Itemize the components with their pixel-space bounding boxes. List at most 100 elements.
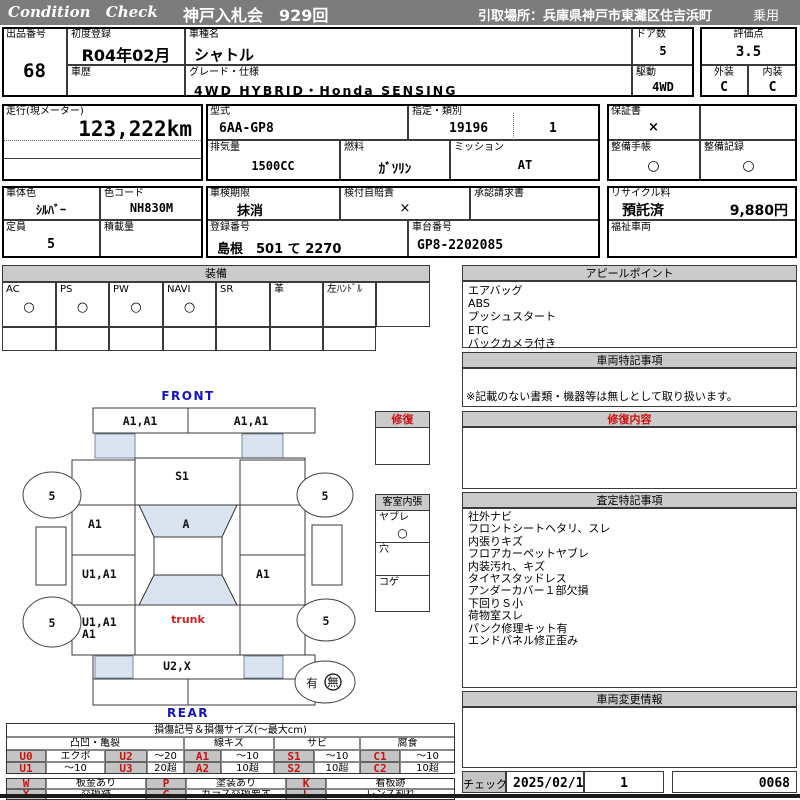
equipment-empty-row-cell [109, 327, 163, 351]
mileage-label: 走行(現メーター) [6, 106, 84, 117]
class-cell: 指定・類別 19196 1 [408, 104, 600, 140]
model-name-cell: 車種名 シャトル [185, 27, 632, 65]
rear-bumper [93, 679, 315, 705]
tire-size-rear-right: 5 [323, 614, 330, 628]
spare-absent-label: 無 [327, 675, 339, 689]
vehicle-notes-body: ※記載のない書類・機器等は無しとして取り扱います。 [462, 368, 797, 407]
lot-number-value: 68 [3, 60, 66, 82]
grade-label: グレード・仕様 [189, 67, 259, 78]
equipment-empty-row-cell [56, 327, 109, 351]
lot-number-cell: 出品番号 68 [2, 27, 67, 97]
check-date-cell: 2025/02/10 [506, 771, 584, 793]
legend-desc: 看板跡 [326, 778, 455, 789]
legend-code: S2 [274, 762, 314, 774]
legend-code: U0 [6, 750, 46, 762]
cabin-lining-tear-mark: ○ [376, 526, 429, 540]
warranty-empty-cell [700, 104, 797, 140]
tire-size-front-left: 5 [49, 489, 56, 503]
warranty-label: 保証書 [611, 106, 641, 117]
cabin-lining-burn-label: コゲ [379, 577, 399, 588]
score-label: 評価点 [701, 29, 796, 40]
transmission-label: ミッション [454, 142, 504, 153]
equipment-label: 左ﾊﾝﾄﾞﾙ [327, 284, 362, 295]
assessment-item: フロアカーペットヤブレ [463, 548, 796, 560]
headlight-left [95, 434, 135, 458]
exterior-grade-value: C [701, 80, 747, 95]
bottom-rule [0, 794, 800, 798]
equipment-header: 装備 [2, 265, 430, 282]
change-info-header: 車両変更情報 [462, 691, 797, 707]
rear-window [139, 575, 237, 605]
assessment-item: 荷物室スレ [463, 610, 796, 622]
right-door-code: A1 [256, 567, 270, 581]
class-divider-dotted [513, 113, 514, 140]
approval-request-cell: 承認請求書 [470, 186, 600, 220]
legend-code: C2 [360, 762, 400, 774]
assessment-item: フロントシートヘタリ、スレ [463, 523, 796, 535]
legend-desc: ～10 [314, 750, 360, 762]
hood-panel [135, 458, 305, 505]
auction-condition-sheet: Condition Check 神戸入札会 929回 引取場所：兵庫県神戸市東灘… [0, 0, 800, 800]
mileage-divider-dotted [4, 140, 201, 141]
recycle-fee-value: 9,880円 [730, 200, 788, 220]
class-sub-number: 1 [549, 121, 557, 136]
maintenance-book-cell: 整備手帳 ○ [607, 140, 700, 181]
legend-code: A2 [184, 762, 221, 774]
taillight-left [95, 656, 133, 678]
history-cell: 車歴 [67, 65, 185, 97]
equipment-empty-row-cell [2, 327, 56, 351]
cabin-lining-hole-label: 穴 [379, 544, 389, 555]
check-date-value: 2025/02/10 [513, 776, 591, 791]
appeal-item: プッシュスタート [463, 310, 796, 323]
capacity-cell: 定員 5 [2, 220, 100, 258]
appeal-points-header: アピールポイント [462, 265, 797, 281]
interior-grade-cell: 内装 C [748, 65, 797, 97]
check-count-cell: 1 [584, 771, 664, 793]
check-count-value: 1 [585, 776, 663, 791]
equipment-empty-row-cell [270, 327, 323, 351]
legend-group-rust: サビ [274, 737, 360, 750]
drive-value: 4WD [633, 80, 693, 94]
warranty-cell: 保証書 × [607, 104, 700, 140]
equipment-cell-ps: PS ○ [56, 282, 109, 327]
legend-desc: 20超 [147, 762, 184, 774]
repair-details-body [462, 427, 797, 489]
first-registration-label: 初度登録 [71, 29, 111, 40]
appeal-points-body: エアバッグ ABS プッシュスタート ETC バックカメラ付き [462, 281, 797, 348]
trunk-label: trunk [171, 613, 205, 626]
drive-label: 駆動 [636, 67, 656, 78]
equipment-mark: ○ [57, 300, 108, 315]
assessment-notes-body: 社外ナビ フロントシートヘタリ、スレ 内張りキズ フロアカーペットヤブレ 内装汚… [462, 508, 797, 688]
taillight-right [244, 656, 283, 678]
interior-grade-label: 内装 [749, 67, 796, 78]
mileage-cell: 走行(現メーター) 123,222km [2, 104, 203, 181]
body-color-value: ｼﾙﾊﾞｰ [3, 201, 99, 218]
legend-code: A1 [184, 750, 221, 762]
legend-desc: 10超 [400, 762, 455, 774]
cabin-lining-hole-cell: 穴 [375, 542, 430, 576]
check-label-cell: チェック [462, 771, 506, 793]
registration-number-label: 登録番号 [210, 222, 250, 233]
load-capacity-label: 積載量 [104, 222, 134, 233]
insurance-label: 検付自賠責 [344, 188, 394, 199]
equipment-cell-pw: PW ○ [109, 282, 163, 327]
load-capacity-cell: 積載量 [100, 220, 203, 258]
insurance-cell: 検付自賠責 × [340, 186, 470, 220]
doors-label: ドア数 [636, 29, 666, 40]
grade-value: 4WD HYBRID・Honda SENSING [194, 80, 457, 99]
vehicle-category: 乗用 [753, 5, 779, 24]
equipment-label: PW [113, 284, 129, 295]
maintenance-record-label: 整備記録 [704, 142, 744, 153]
cabin-lining-burn-cell: コゲ [375, 575, 430, 612]
score-value: 3.5 [701, 44, 796, 60]
legend-desc: 板金あり [46, 778, 146, 789]
equipment-cell-ac: AC ○ [2, 282, 56, 327]
grade-cell: グレード・仕様 4WD HYBRID・Honda SENSING [185, 65, 632, 97]
maintenance-book-value: ○ [608, 158, 699, 174]
class-label: 指定・類別 [412, 106, 462, 117]
legend-group-corrosion: 腐食 [360, 737, 455, 750]
assessment-item: アンダーカバー１部欠損 [463, 585, 796, 597]
rocker-right [312, 525, 342, 585]
equipment-empty-row-cell [323, 327, 376, 351]
chassis-number-value: GP8-2202085 [417, 238, 503, 253]
